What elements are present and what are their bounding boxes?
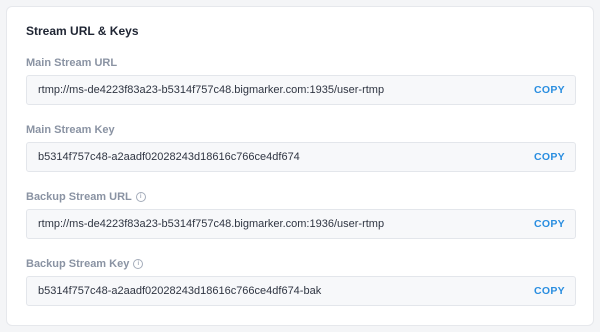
main-stream-key-label-text: Main Stream Key: [26, 124, 115, 136]
backup-stream-key-value[interactable]: b5314f757c48-a2aadf02028243d18616c766ce4…: [38, 285, 321, 297]
backup-stream-url-field: rtmp://ms-de4223f83a23-b5314f757c48.bigm…: [26, 209, 576, 239]
backup-stream-key-label: Backup Stream Key i: [26, 258, 144, 270]
card-title: Stream URL & Keys: [26, 24, 139, 38]
backup-stream-url-label: Backup Stream URL i: [26, 191, 146, 203]
info-circle-icon[interactable]: i: [133, 259, 144, 269]
main-stream-url-label: Main Stream URL: [26, 57, 117, 69]
main-stream-key-label: Main Stream Key: [26, 124, 115, 136]
main-stream-url-label-text: Main Stream URL: [26, 57, 118, 69]
stream-url-keys-card: Stream URL & Keys Main Stream URL rtmp:/…: [6, 6, 594, 326]
backup-stream-key-label-text: Backup Stream Key: [26, 258, 130, 270]
backup-stream-url-label-text: Backup Stream URL: [26, 191, 132, 203]
info-circle-icon[interactable]: i: [135, 192, 146, 202]
main-stream-key-field: b5314f757c48-a2aadf02028243d18616c766ce4…: [26, 142, 576, 172]
backup-stream-key-field: b5314f757c48-a2aadf02028243d18616c766ce4…: [26, 276, 576, 306]
main-stream-url-value[interactable]: rtmp://ms-de4223f83a23-b5314f757c48.bigm…: [38, 84, 384, 96]
copy-main-stream-url-button[interactable]: COPY: [534, 80, 565, 100]
copy-backup-stream-key-button[interactable]: COPY: [534, 281, 565, 301]
copy-backup-stream-url-button[interactable]: COPY: [534, 214, 565, 234]
main-stream-key-value[interactable]: b5314f757c48-a2aadf02028243d18616c766ce4…: [38, 151, 300, 163]
copy-main-stream-key-button[interactable]: COPY: [534, 147, 565, 167]
backup-stream-url-value[interactable]: rtmp://ms-de4223f83a23-b5314f757c48.bigm…: [38, 218, 384, 230]
main-stream-url-field: rtmp://ms-de4223f83a23-b5314f757c48.bigm…: [26, 75, 576, 105]
